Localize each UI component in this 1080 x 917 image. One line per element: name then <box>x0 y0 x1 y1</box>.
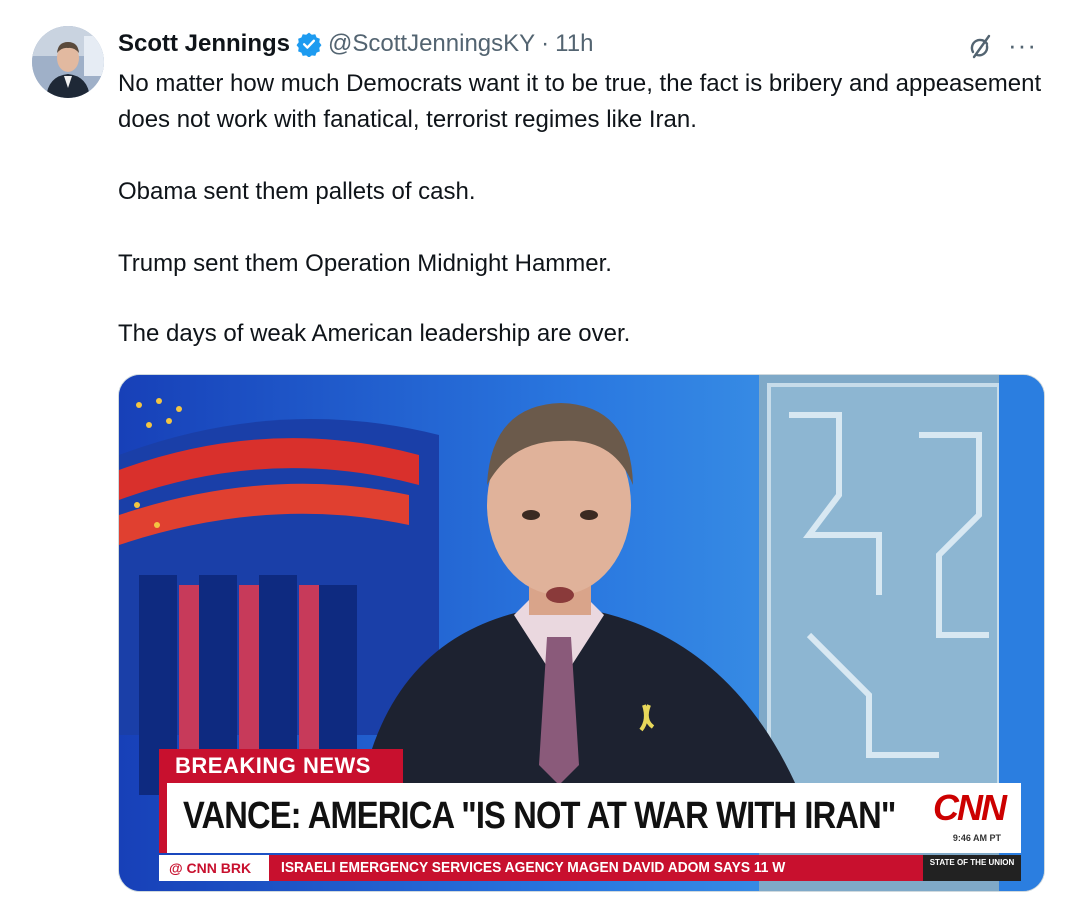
avatar[interactable] <box>32 26 104 98</box>
grok-icon[interactable] <box>965 32 995 62</box>
avatar-image <box>32 26 104 98</box>
author-handle[interactable]: @ScottJenningsKY <box>328 30 535 58</box>
chyron: VANCE: AMERICA "IS NOT AT WAR WITH IRAN"… <box>159 783 1021 853</box>
ticker-tag: @ CNN BRK <box>159 855 269 881</box>
separator-dot: · <box>541 30 550 57</box>
cnn-logo: CNN <box>933 787 1007 828</box>
tweet-text-paragraph-1: No matter how much Democrats want it to … <box>118 70 1042 133</box>
breaking-news-label: BREAKING NEWS <box>159 749 403 783</box>
chyron-headline: VANCE: AMERICA "IS NOT AT WAR WITH IRAN" <box>183 795 896 837</box>
show-name: STATE OF THE UNION <box>923 855 1021 881</box>
tweet-text-paragraph-4: The days of weak American leadership are… <box>118 320 631 347</box>
more-options-icon[interactable]: ··· <box>1008 30 1048 60</box>
tweet-text-paragraph-2: Obama sent them pallets of cash. <box>118 178 476 205</box>
ticker-text: ISRAELI EMERGENCY SERVICES AGENCY MAGEN … <box>281 859 786 876</box>
author-name[interactable]: Scott Jennings <box>118 30 290 58</box>
tweet[interactable]: Scott Jennings @ScottJenningsKY · 11h ··… <box>0 0 1080 917</box>
timestamp[interactable]: 11h <box>555 30 593 58</box>
tweet-media-image[interactable]: BREAKING NEWS VANCE: AMERICA "IS NOT AT … <box>118 374 1045 892</box>
broadcast-time: 9:46 AM PT <box>952 833 1001 843</box>
news-ticker: @ CNN BRK ISRAELI EMERGENCY SERVICES AGE… <box>159 855 1021 881</box>
tweet-text-paragraph-3: Trump sent them Operation Midnight Hamme… <box>118 250 612 277</box>
tweet-header: Scott Jennings @ScottJenningsKY · 11h <box>118 28 593 60</box>
verified-badge-icon <box>296 31 322 57</box>
